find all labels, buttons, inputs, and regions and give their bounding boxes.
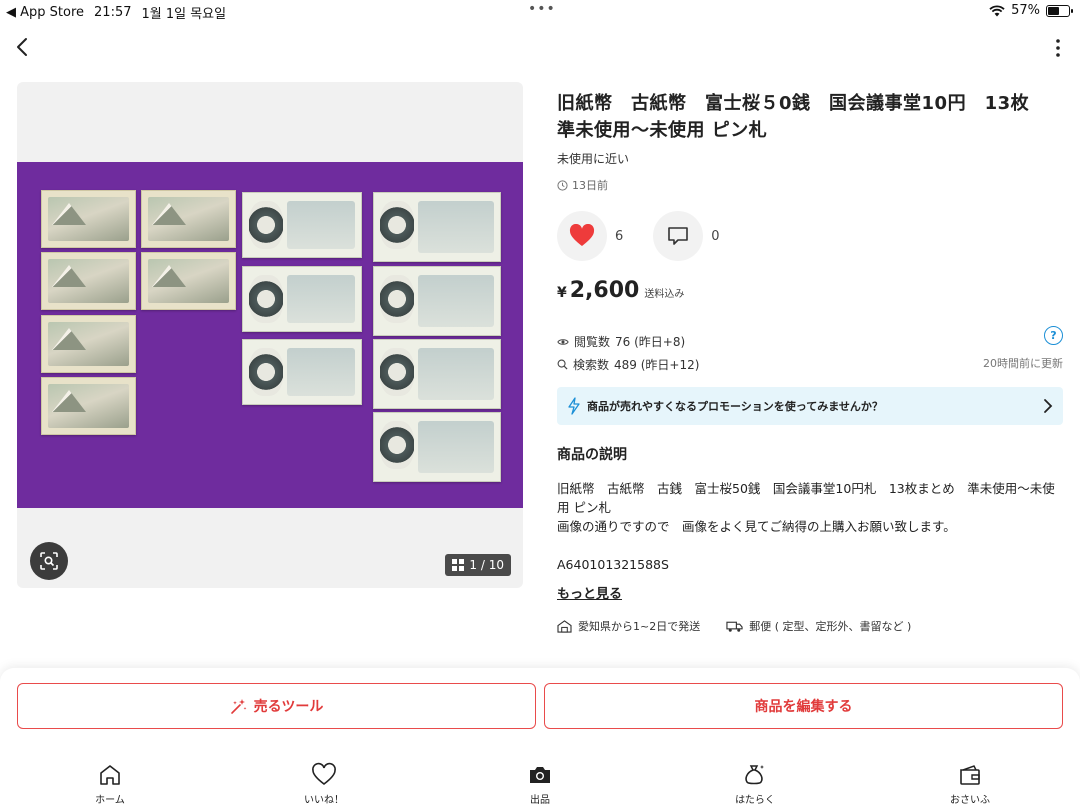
management-code: A640101321588S (557, 557, 669, 572)
tab-listing-label: 出品 (530, 795, 550, 806)
bottom-tab-bar: ホーム いいね！ 出品 はたらく おさいふ (0, 762, 1080, 810)
truck-icon (726, 621, 743, 632)
comment-button[interactable] (653, 211, 704, 261)
banknote-image (373, 266, 501, 336)
heart-outline-icon (312, 762, 336, 786)
tab-listing[interactable]: 出品 (490, 762, 590, 806)
heart-icon (569, 224, 595, 246)
comment-icon (668, 227, 689, 245)
search-count-label: 検索数 (573, 358, 610, 372)
banknote-image (242, 339, 362, 405)
sell-tool-button[interactable]: 売るツール (17, 683, 536, 729)
banknote-image (41, 315, 136, 373)
grid-icon (452, 559, 465, 571)
tab-home-label: ホーム (95, 795, 125, 806)
camera-icon (530, 767, 550, 783)
like-count: 6 (615, 228, 624, 244)
multitask-dots[interactable]: ••• (528, 1, 556, 17)
magic-wand-icon (230, 699, 247, 714)
description-body: 旧紙幣 古紙幣 古銭 富士桜50銭 国会議事堂10円札 13枚まとめ 準未使用～… (557, 479, 1063, 574)
product-image-gallery[interactable]: 1 / 10 (17, 82, 523, 588)
lightning-icon (568, 397, 580, 415)
shipping-included-label: 送料込み (644, 289, 685, 300)
home-icon (100, 765, 120, 785)
product-info: 旧紙幣 古紙幣 富士桜５0銭 国会議事堂10円 13枚 準未使用～未使用 ピン札… (557, 90, 1063, 193)
banknote-image (373, 412, 501, 482)
banknote-image (141, 190, 236, 248)
stats-updated-time: 20時間前に更新 (983, 357, 1063, 370)
banknote-image (242, 192, 362, 258)
currency-symbol: ¥ (557, 285, 567, 301)
back-chevron-icon[interactable] (12, 36, 34, 58)
shipping-method: 郵便 ( 定型、定形外、書留など ) (749, 620, 912, 633)
posted-time: 13日前 (557, 177, 1063, 193)
engagement-actions: 6 0 (557, 211, 750, 261)
image-counter-text: 1 / 10 (469, 558, 504, 572)
banknote-image (41, 377, 136, 435)
chevron-right-icon (1044, 399, 1053, 413)
banknote-image (41, 190, 136, 248)
edit-product-label: 商品を編集する (754, 699, 853, 715)
help-icon[interactable]: ? (1044, 326, 1063, 345)
tab-likes[interactable]: いいね！ (274, 762, 374, 806)
bottom-action-panel: 売るツール 商品を編集する ホーム いいね！ 出品 はたらく おさいふ (0, 668, 1080, 810)
warehouse-icon (557, 619, 572, 633)
battery-percent: 57% (1011, 3, 1040, 18)
promotion-text: 商品が売れやすくなるプロモーションを使ってみませんか？ (587, 400, 883, 413)
shipping-info: 愛知県から1~2日で発送 郵便 ( 定型、定形外、書留など ) (557, 618, 911, 634)
tab-work-label: はたらく (735, 795, 775, 806)
tab-likes-label: いいね！ (304, 795, 344, 806)
status-time: 21:57 (94, 5, 132, 20)
zoom-scan-button[interactable] (30, 542, 68, 580)
wifi-icon (989, 4, 1005, 16)
battery-icon (1046, 4, 1073, 17)
tab-wallet-label: おさいふ (950, 795, 990, 806)
status-bar: ◀ App Store 21:57 1월 1일 목요일 ••• 57% (0, 0, 1080, 22)
edit-product-button[interactable]: 商品を編集する (544, 683, 1063, 729)
tab-work[interactable]: はたらく (705, 762, 805, 806)
tab-home[interactable]: ホーム (60, 762, 160, 806)
more-options-icon[interactable] (1054, 38, 1062, 58)
image-counter[interactable]: 1 / 10 (445, 554, 511, 576)
banknote-image (141, 252, 236, 310)
wallet-icon (960, 765, 980, 785)
posted-time-text: 13日前 (572, 179, 608, 192)
banknote-image (373, 339, 501, 409)
product-condition: 未使用に近い (557, 152, 630, 166)
product-title: 旧紙幣 古紙幣 富士桜５0銭 国会議事堂10円 13枚 準未使用～未使用 ピン札 (557, 93, 1048, 141)
price-block: ¥ 2,600 送料込み (557, 278, 684, 303)
see-more-link[interactable]: もっと見る (557, 583, 622, 602)
search-count-value: 489 (昨日+12) (614, 358, 700, 372)
shipping-origin: 愛知県から1~2日で発送 (578, 620, 701, 633)
product-photo[interactable] (17, 162, 523, 508)
banknote-image (373, 192, 501, 262)
views-value: 76 (昨日+8) (615, 335, 686, 349)
promotion-banner[interactable]: 商品が売れやすくなるプロモーションを使ってみませんか？ (557, 387, 1063, 425)
bag-icon (745, 765, 764, 785)
clock-icon (557, 179, 568, 191)
banknote-image (41, 252, 136, 310)
banknote-image (242, 266, 362, 332)
like-button[interactable] (557, 211, 607, 261)
search-icon (557, 359, 568, 370)
description-text: 旧紙幣 古紙幣 古銭 富士桜50銭 国会議事堂10円札 13枚まとめ 準未使用～… (557, 481, 1055, 534)
price-amount: 2,600 (569, 278, 640, 303)
tab-wallet[interactable]: おさいふ (920, 762, 1020, 806)
comment-count: 0 (711, 228, 720, 244)
status-date: 1월 1일 목요일 (141, 7, 227, 22)
sell-tool-label: 売るツール (253, 699, 324, 715)
views-label: 閲覧数 (574, 335, 611, 349)
eye-icon (557, 338, 569, 345)
description-heading: 商品の説明 (557, 447, 627, 463)
scan-search-icon (40, 552, 58, 570)
back-to-app-link[interactable]: ◀ App Store (6, 5, 84, 20)
listing-stats: 閲覧数 76 (昨日+8) 検索数 489 (昨日+12) ? 20時間前に更新 (557, 326, 1063, 376)
